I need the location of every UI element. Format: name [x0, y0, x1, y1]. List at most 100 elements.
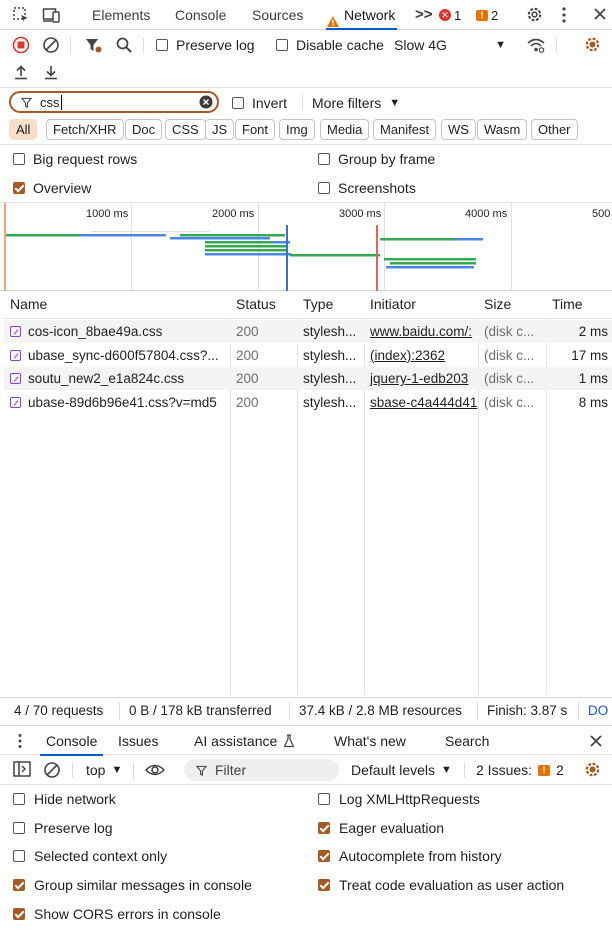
throttling-select[interactable]: Slow 4G ▼: [394, 37, 506, 53]
console-setting-autocomplete-from-history[interactable]: Autocomplete from history: [318, 846, 502, 866]
console-settings-gear-icon[interactable]: [583, 760, 602, 779]
filter-input[interactable]: css: [40, 94, 62, 110]
live-expression-eye-icon[interactable]: [145, 763, 165, 777]
console-setting-box[interactable]: [318, 879, 330, 892]
drawer-tab-console[interactable]: Console: [40, 726, 104, 756]
network-conditions-icon[interactable]: [526, 36, 546, 54]
cell-initiator-text[interactable]: (index):2362: [370, 348, 445, 363]
console-setting-box[interactable]: [318, 850, 330, 863]
type-filter-media[interactable]: Media: [320, 119, 370, 140]
overview-box[interactable]: [13, 182, 25, 194]
tab-sources[interactable]: Sources: [252, 0, 303, 30]
console-setting-group-similar-messages-in-console[interactable]: Group similar messages in console: [13, 875, 252, 895]
clear-icon[interactable]: [42, 36, 60, 54]
group-by-frame-box[interactable]: [318, 153, 330, 165]
tab-network[interactable]: Network: [326, 0, 398, 30]
type-filter-ws[interactable]: WS: [441, 119, 476, 140]
console-setting-box[interactable]: [318, 793, 330, 805]
invert-checkbox[interactable]: Invert: [232, 95, 287, 111]
table-row[interactable]: ubase_sync-d600f57804.css?... 200 stylesh.…: [4, 344, 612, 367]
cell-initiator-text[interactable]: sbase-c4a444d41: [370, 395, 477, 410]
type-filter-js[interactable]: JS: [205, 119, 235, 140]
log-levels-select[interactable]: Default levels ▼: [351, 762, 452, 778]
clear-filter-icon[interactable]: [199, 95, 213, 109]
column-header-status[interactable]: Status: [230, 291, 297, 319]
more-options-icon[interactable]: [560, 6, 568, 24]
console-setting-log-xmlhttprequests[interactable]: Log XMLHttpRequests: [318, 789, 480, 809]
big-request-rows-checkbox[interactable]: Big request rows: [13, 151, 137, 167]
filter-input-box[interactable]: css: [9, 91, 219, 113]
search-icon[interactable]: [115, 36, 133, 54]
close-drawer-icon[interactable]: [588, 733, 604, 749]
clear-console-icon[interactable]: [43, 761, 61, 779]
type-filter-doc[interactable]: Doc: [125, 119, 163, 140]
table-row[interactable]: cos-icon_8bae49a.css 200 stylesh... www.bai…: [4, 320, 612, 343]
console-setting-box[interactable]: [318, 821, 330, 834]
type-filter-wasm[interactable]: Wasm: [477, 119, 528, 140]
console-setting-box[interactable]: [13, 850, 25, 863]
column-header-size[interactable]: Size: [478, 291, 546, 319]
disable-cache-box[interactable]: [276, 39, 288, 51]
error-count-badge[interactable]: ✕ 1: [439, 7, 461, 23]
table-row[interactable]: soutu_new2_e1a824c.css 200 stylesh... jquer…: [4, 367, 612, 390]
tab-elements[interactable]: Elements: [92, 0, 150, 30]
network-settings-gear-icon[interactable]: [583, 35, 602, 54]
console-setting-preserve-log[interactable]: Preserve log: [13, 818, 113, 838]
drawer-tab-whats-new[interactable]: What's new: [334, 726, 406, 756]
type-filter-fetchxhr[interactable]: Fetch/XHR: [46, 119, 124, 140]
device-toolbar-icon[interactable]: [42, 6, 62, 24]
console-filter-input[interactable]: Filter: [184, 759, 339, 781]
drawer-tab-issues[interactable]: Issues: [118, 726, 158, 756]
drawer-more-icon[interactable]: [17, 733, 23, 749]
settings-gear-icon[interactable]: [525, 5, 544, 24]
inspect-element-icon[interactable]: [12, 6, 30, 24]
screenshots-box[interactable]: [318, 182, 330, 194]
preserve-log-box[interactable]: [156, 39, 168, 51]
cell-initiator[interactable]: jquery-1-edb203: [364, 367, 478, 390]
cell-initiator-text[interactable]: www.baidu.com/:: [370, 324, 472, 339]
drawer-tab-search[interactable]: Search: [445, 726, 489, 756]
warning-count-badge[interactable]: ! 2: [476, 7, 498, 23]
preserve-log-checkbox[interactable]: Preserve log: [156, 37, 255, 53]
sidebar-toggle-icon[interactable]: [13, 761, 31, 777]
screenshots-checkbox[interactable]: Screenshots: [318, 180, 416, 196]
drawer-tab-ai-assistance[interactable]: AI assistance: [194, 726, 295, 756]
console-setting-show-cors-errors-in-console[interactable]: Show CORS errors in console: [13, 904, 221, 924]
export-har-icon[interactable]: [43, 64, 59, 80]
cell-initiator-text[interactable]: jquery-1-edb203: [370, 371, 468, 386]
column-header-initiator[interactable]: Initiator: [364, 291, 478, 319]
cell-initiator[interactable]: (index):2362: [364, 344, 478, 367]
type-filter-img[interactable]: Img: [279, 119, 315, 140]
console-setting-eager-evaluation[interactable]: Eager evaluation: [318, 818, 444, 838]
console-setting-treat-code-evaluation-as-user-action[interactable]: Treat code evaluation as user action: [318, 875, 564, 895]
invert-box[interactable]: [232, 97, 244, 109]
column-header-time[interactable]: Time: [546, 291, 612, 319]
console-setting-hide-network[interactable]: Hide network: [13, 789, 116, 809]
type-filter-font[interactable]: Font: [235, 119, 276, 140]
disable-cache-checkbox[interactable]: Disable cache: [276, 37, 384, 53]
import-har-icon[interactable]: [13, 64, 29, 80]
console-setting-box[interactable]: [13, 793, 25, 805]
column-header-name[interactable]: Name: [4, 291, 230, 319]
console-setting-box[interactable]: [13, 907, 25, 920]
cell-initiator[interactable]: sbase-c4a444d41: [364, 391, 478, 414]
type-filter-manifest[interactable]: Manifest: [373, 119, 437, 140]
column-header-type[interactable]: Type: [297, 291, 364, 319]
console-setting-box[interactable]: [13, 821, 25, 834]
console-setting-selected-context-only[interactable]: Selected context only: [13, 846, 167, 866]
type-filter-all[interactable]: All: [9, 119, 38, 140]
more-filters-dropdown[interactable]: More filters ▼: [312, 95, 400, 111]
big-request-rows-box[interactable]: [13, 153, 25, 165]
close-devtools-icon[interactable]: [592, 6, 608, 22]
timeline-overview[interactable]: 1000 ms 2000 ms 3000 ms 4000 ms 500: [0, 202, 612, 292]
issues-counter[interactable]: 2 Issues: ! 2: [476, 762, 564, 778]
cell-initiator[interactable]: www.baidu.com/:: [364, 320, 478, 343]
console-setting-box[interactable]: [13, 879, 25, 892]
filter-funnel-icon[interactable]: [84, 36, 102, 54]
context-select[interactable]: top ▼: [86, 762, 122, 778]
record-stop-icon[interactable]: [12, 36, 30, 54]
more-tabs-button[interactable]: >>: [415, 0, 433, 30]
table-row[interactable]: ubase-89d6b96e41.css?v=md5 200 stylesh... s…: [4, 391, 612, 414]
tab-console[interactable]: Console: [175, 0, 226, 30]
group-by-frame-checkbox[interactable]: Group by frame: [318, 151, 435, 167]
